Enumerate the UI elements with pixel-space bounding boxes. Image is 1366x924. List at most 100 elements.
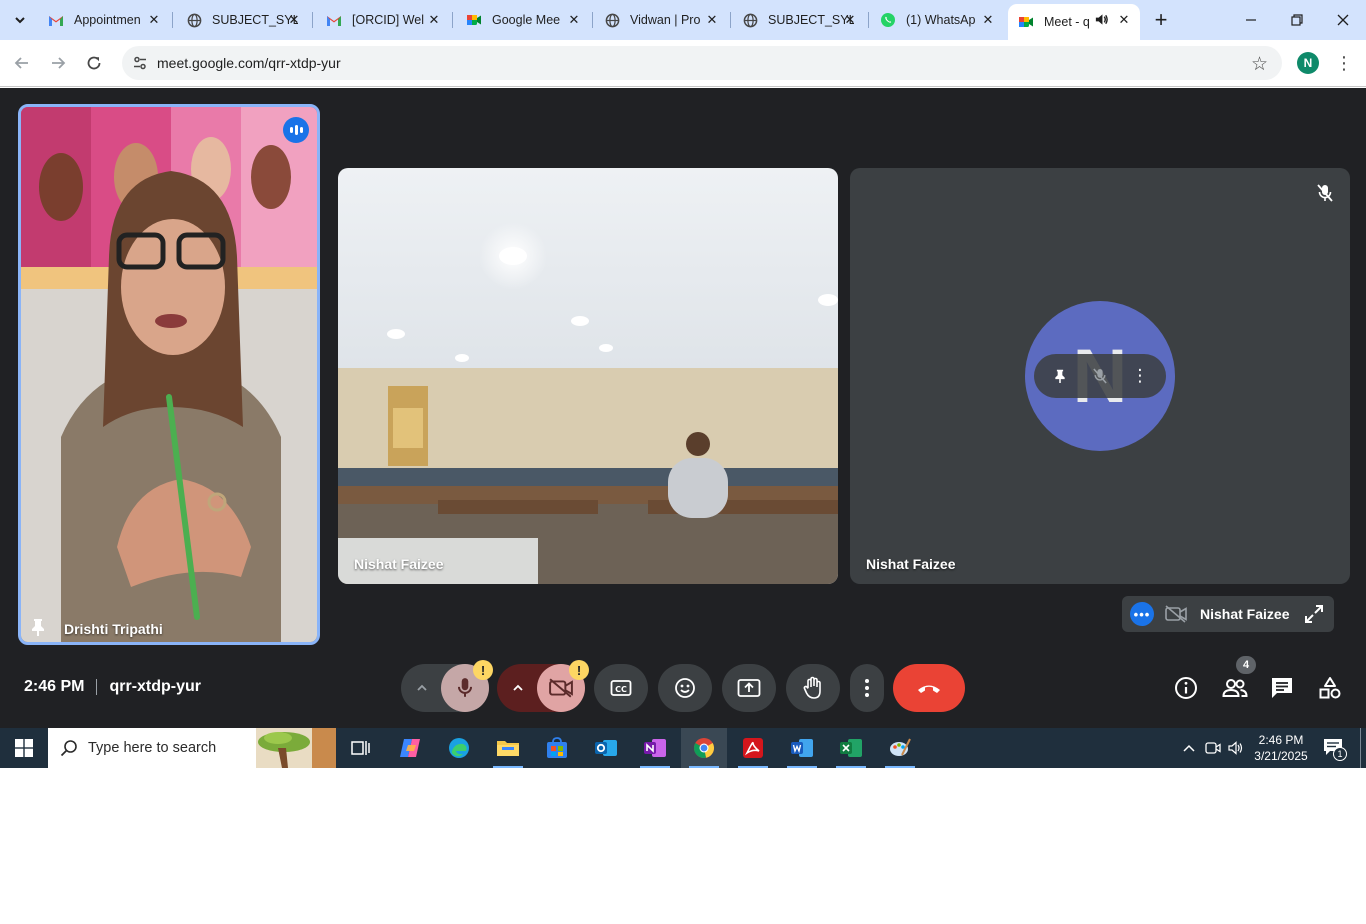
- globe-icon: [742, 12, 758, 28]
- leave-call-button[interactable]: [893, 664, 965, 712]
- close-icon[interactable]: ✕: [426, 12, 442, 28]
- close-icon[interactable]: ✕: [980, 12, 996, 28]
- site-settings-icon[interactable]: [132, 55, 148, 71]
- meeting-details-button[interactable]: [1172, 674, 1200, 702]
- chevron-up-icon: [513, 684, 523, 691]
- outlook-icon: [595, 740, 617, 756]
- participant-count-badge: 4: [1236, 656, 1256, 674]
- address-bar[interactable]: meet.google.com/qrr-xtdp-yur ☆: [122, 46, 1282, 80]
- tab-6[interactable]: SUBJECT_SYL ✕: [732, 4, 866, 36]
- meet-stage: Drishti Tripathi Nishat Faizee ⋮ Nishat …: [0, 88, 1366, 728]
- taskbar-edge[interactable]: [436, 728, 482, 768]
- more-options-button[interactable]: [850, 664, 884, 712]
- pin-icon[interactable]: [1045, 361, 1075, 391]
- tab-8-active[interactable]: Meet - q ✕: [1008, 4, 1140, 40]
- expand-icon[interactable]: [1302, 602, 1326, 626]
- browser-menu-icon[interactable]: ⋮: [1334, 51, 1354, 75]
- tile-hover-controls: ⋮: [1034, 354, 1166, 398]
- participant-tile-avatar[interactable]: N ⋮ Nishat Faizee: [850, 168, 1350, 584]
- tab-3[interactable]: [ORCID] Wel ✕: [316, 4, 450, 36]
- tab-search-button[interactable]: [6, 6, 34, 34]
- close-icon[interactable]: ✕: [146, 12, 162, 28]
- participant-tile-speaker[interactable]: Drishti Tripathi: [18, 104, 320, 645]
- taskbar-acrobat[interactable]: [730, 728, 776, 768]
- mic-warning-badge: !: [473, 660, 493, 680]
- start-button[interactable]: [0, 728, 48, 768]
- volume-icon[interactable]: [1226, 738, 1246, 758]
- globe-icon: [186, 12, 202, 28]
- tab-7[interactable]: (1) WhatsAp ✕: [870, 4, 1004, 36]
- restore-button[interactable]: [1274, 0, 1320, 40]
- tab-5[interactable]: Vidwan | Pro ✕: [594, 4, 728, 36]
- meet-icon: [1018, 14, 1034, 30]
- running-indicator: [738, 766, 768, 768]
- tab-4[interactable]: Google Mee ✕: [456, 4, 590, 36]
- speaker-icon[interactable]: [1094, 12, 1110, 28]
- show-desktop-button[interactable]: [1360, 728, 1361, 768]
- windows-logo-icon: [15, 739, 33, 757]
- reactions-button[interactable]: [658, 664, 712, 712]
- meet-now-icon[interactable]: [1203, 738, 1223, 758]
- close-icon[interactable]: ✕: [286, 12, 302, 28]
- screen: Appointmen ✕ SUBJECT_SYL ✕ [ORCID] Wel ✕…: [0, 0, 1366, 768]
- tab-1[interactable]: Appointmen ✕: [38, 4, 170, 36]
- new-tab-button[interactable]: +: [1148, 7, 1174, 33]
- bookmark-star-icon[interactable]: ☆: [1251, 53, 1268, 76]
- reload-button[interactable]: [81, 50, 107, 76]
- more-options-icon[interactable]: •••: [1130, 602, 1154, 626]
- task-view-button[interactable]: [337, 728, 383, 768]
- close-icon[interactable]: ✕: [1116, 12, 1132, 28]
- tab-title: Meet - q: [1044, 15, 1090, 29]
- profile-avatar[interactable]: N: [1297, 52, 1319, 74]
- taskbar-store[interactable]: [534, 728, 580, 768]
- taskbar-chrome[interactable]: [681, 728, 727, 768]
- activities-button[interactable]: [1316, 674, 1344, 702]
- taskbar-file-explorer[interactable]: [485, 728, 531, 768]
- speaking-indicator-icon: [283, 117, 309, 143]
- search-highlight-tree-icon: [256, 728, 336, 768]
- close-window-button[interactable]: [1320, 0, 1366, 40]
- speaker-video-feed: [21, 107, 317, 642]
- tab-separator: [312, 12, 313, 28]
- participant-name: Nishat Faizee: [866, 556, 956, 572]
- participant-tile-classroom[interactable]: Nishat Faizee: [338, 168, 838, 584]
- pin-icon[interactable]: [29, 617, 49, 639]
- close-icon[interactable]: ✕: [842, 12, 858, 28]
- acrobat-icon: [743, 738, 763, 758]
- captions-button[interactable]: CC: [594, 664, 648, 712]
- present-screen-button[interactable]: [722, 664, 776, 712]
- tray-overflow-icon[interactable]: [1179, 738, 1199, 758]
- people-button[interactable]: [1220, 674, 1250, 702]
- folder-icon: [497, 741, 519, 756]
- raise-hand-button[interactable]: [786, 664, 840, 712]
- more-options-icon[interactable]: ⋮: [1125, 361, 1155, 391]
- running-indicator: [836, 766, 866, 768]
- back-button[interactable]: [9, 50, 35, 76]
- tab-2[interactable]: SUBJECT_SYL ✕: [176, 4, 310, 36]
- taskbar-excel[interactable]: [828, 728, 874, 768]
- taskbar-outlook[interactable]: [583, 728, 629, 768]
- taskbar-search-box[interactable]: Type here to search: [48, 728, 336, 768]
- taskbar-copilot[interactable]: [387, 728, 433, 768]
- notification-count-badge: 1: [1333, 747, 1347, 761]
- task-view-icon: [351, 741, 370, 755]
- close-icon[interactable]: ✕: [704, 12, 720, 28]
- chat-icon: [1272, 678, 1292, 698]
- gmail-icon: [48, 12, 64, 28]
- running-indicator: [493, 766, 523, 768]
- minimize-button[interactable]: [1228, 0, 1274, 40]
- close-icon[interactable]: ✕: [566, 12, 582, 28]
- taskbar-paint[interactable]: [877, 728, 923, 768]
- taskbar-word[interactable]: [779, 728, 825, 768]
- taskbar-onenote[interactable]: [632, 728, 678, 768]
- taskbar-clock[interactable]: 2:46 PM 3/21/2025: [1248, 732, 1314, 764]
- chat-button[interactable]: [1268, 674, 1296, 702]
- meet-icon: [466, 12, 482, 28]
- camera-off-icon: [549, 678, 573, 698]
- forward-button[interactable]: [45, 50, 71, 76]
- search-placeholder: Type here to search: [88, 740, 217, 756]
- running-indicator: [787, 766, 817, 768]
- self-view-tile[interactable]: ••• Nishat Faizee: [1122, 596, 1334, 632]
- mute-mic-icon[interactable]: [1085, 361, 1115, 391]
- taskbar-time: 2:46 PM: [1258, 733, 1304, 747]
